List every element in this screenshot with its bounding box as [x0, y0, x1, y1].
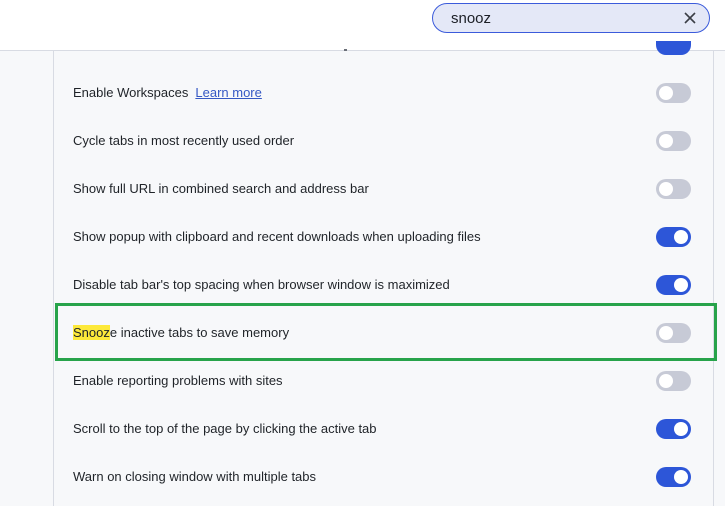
settings-panel: Enable Workspaces Learn more Cycle tabs i…	[53, 41, 714, 506]
toggle-knob	[659, 182, 673, 196]
toggle-knob	[674, 230, 688, 244]
setting-row-report-problems: Enable reporting problems with sites	[54, 357, 713, 405]
setting-toggle-full-url[interactable]	[656, 179, 691, 199]
toggle-knob	[674, 422, 688, 436]
setting-toggle-cycle-tabs[interactable]	[656, 131, 691, 151]
cut-off-text	[344, 49, 347, 51]
toggle-knob	[659, 134, 673, 148]
setting-row-workspaces: Enable Workspaces Learn more	[54, 69, 713, 117]
setting-toggle-partial[interactable]	[656, 41, 691, 55]
setting-row-scroll-to-top: Scroll to the top of the page by clickin…	[54, 405, 713, 453]
setting-label: Show full URL in combined search and add…	[73, 181, 369, 196]
toggle-knob	[674, 278, 688, 292]
annotation-highlight-box	[55, 303, 717, 361]
setting-toggle-tab-bar-spacing[interactable]	[656, 275, 691, 295]
top-bar	[0, 0, 725, 51]
toggle-knob	[674, 470, 688, 484]
setting-row-full-url: Show full URL in combined search and add…	[54, 165, 713, 213]
close-icon[interactable]	[683, 10, 697, 26]
toggle-knob	[659, 374, 673, 388]
setting-label: Enable reporting problems with sites	[73, 373, 283, 388]
learn-more-link[interactable]: Learn more	[195, 85, 261, 100]
setting-label: Cycle tabs in most recently used order	[73, 133, 295, 148]
setting-toggle-clipboard-popup[interactable]	[656, 227, 691, 247]
search-box[interactable]	[432, 3, 710, 33]
setting-toggle-workspaces[interactable]	[656, 83, 691, 103]
setting-label: Disable tab bar's top spacing when brows…	[73, 277, 450, 292]
toggle-knob	[659, 86, 673, 100]
setting-toggle-warn-closing[interactable]	[656, 467, 691, 487]
settings-page: Enable WorkspacesLearn more Cycle tabs i…	[0, 0, 725, 506]
setting-toggle-scroll-to-top[interactable]	[656, 419, 691, 439]
setting-row-tab-bar-spacing: Disable tab bar's top spacing when brows…	[54, 261, 713, 309]
setting-row-warn-closing: Warn on closing window with multiple tab…	[54, 453, 713, 501]
setting-row-cycle-tabs: Cycle tabs in most recently used order	[54, 117, 713, 165]
setting-label: Scroll to the top of the page by clickin…	[73, 421, 377, 436]
setting-label: Show popup with clipboard and recent dow…	[73, 229, 481, 244]
setting-toggle-report-problems[interactable]	[656, 371, 691, 391]
setting-label: Enable Workspaces Learn more	[73, 85, 262, 100]
setting-row-clipboard-popup: Show popup with clipboard and recent dow…	[54, 213, 713, 261]
setting-label: Warn on closing window with multiple tab…	[73, 469, 317, 484]
search-input[interactable]	[451, 4, 671, 32]
